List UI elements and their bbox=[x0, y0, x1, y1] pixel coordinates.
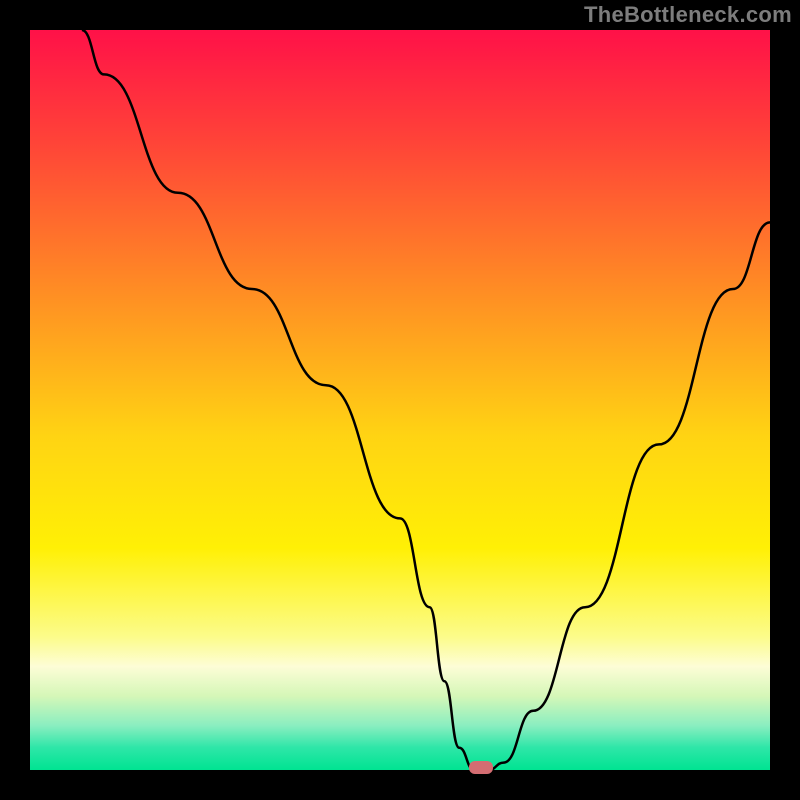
chart-container: TheBottleneck.com bbox=[0, 0, 800, 800]
plot-background bbox=[30, 30, 770, 770]
bottleneck-chart bbox=[0, 0, 800, 800]
optimal-point-marker bbox=[469, 761, 493, 774]
